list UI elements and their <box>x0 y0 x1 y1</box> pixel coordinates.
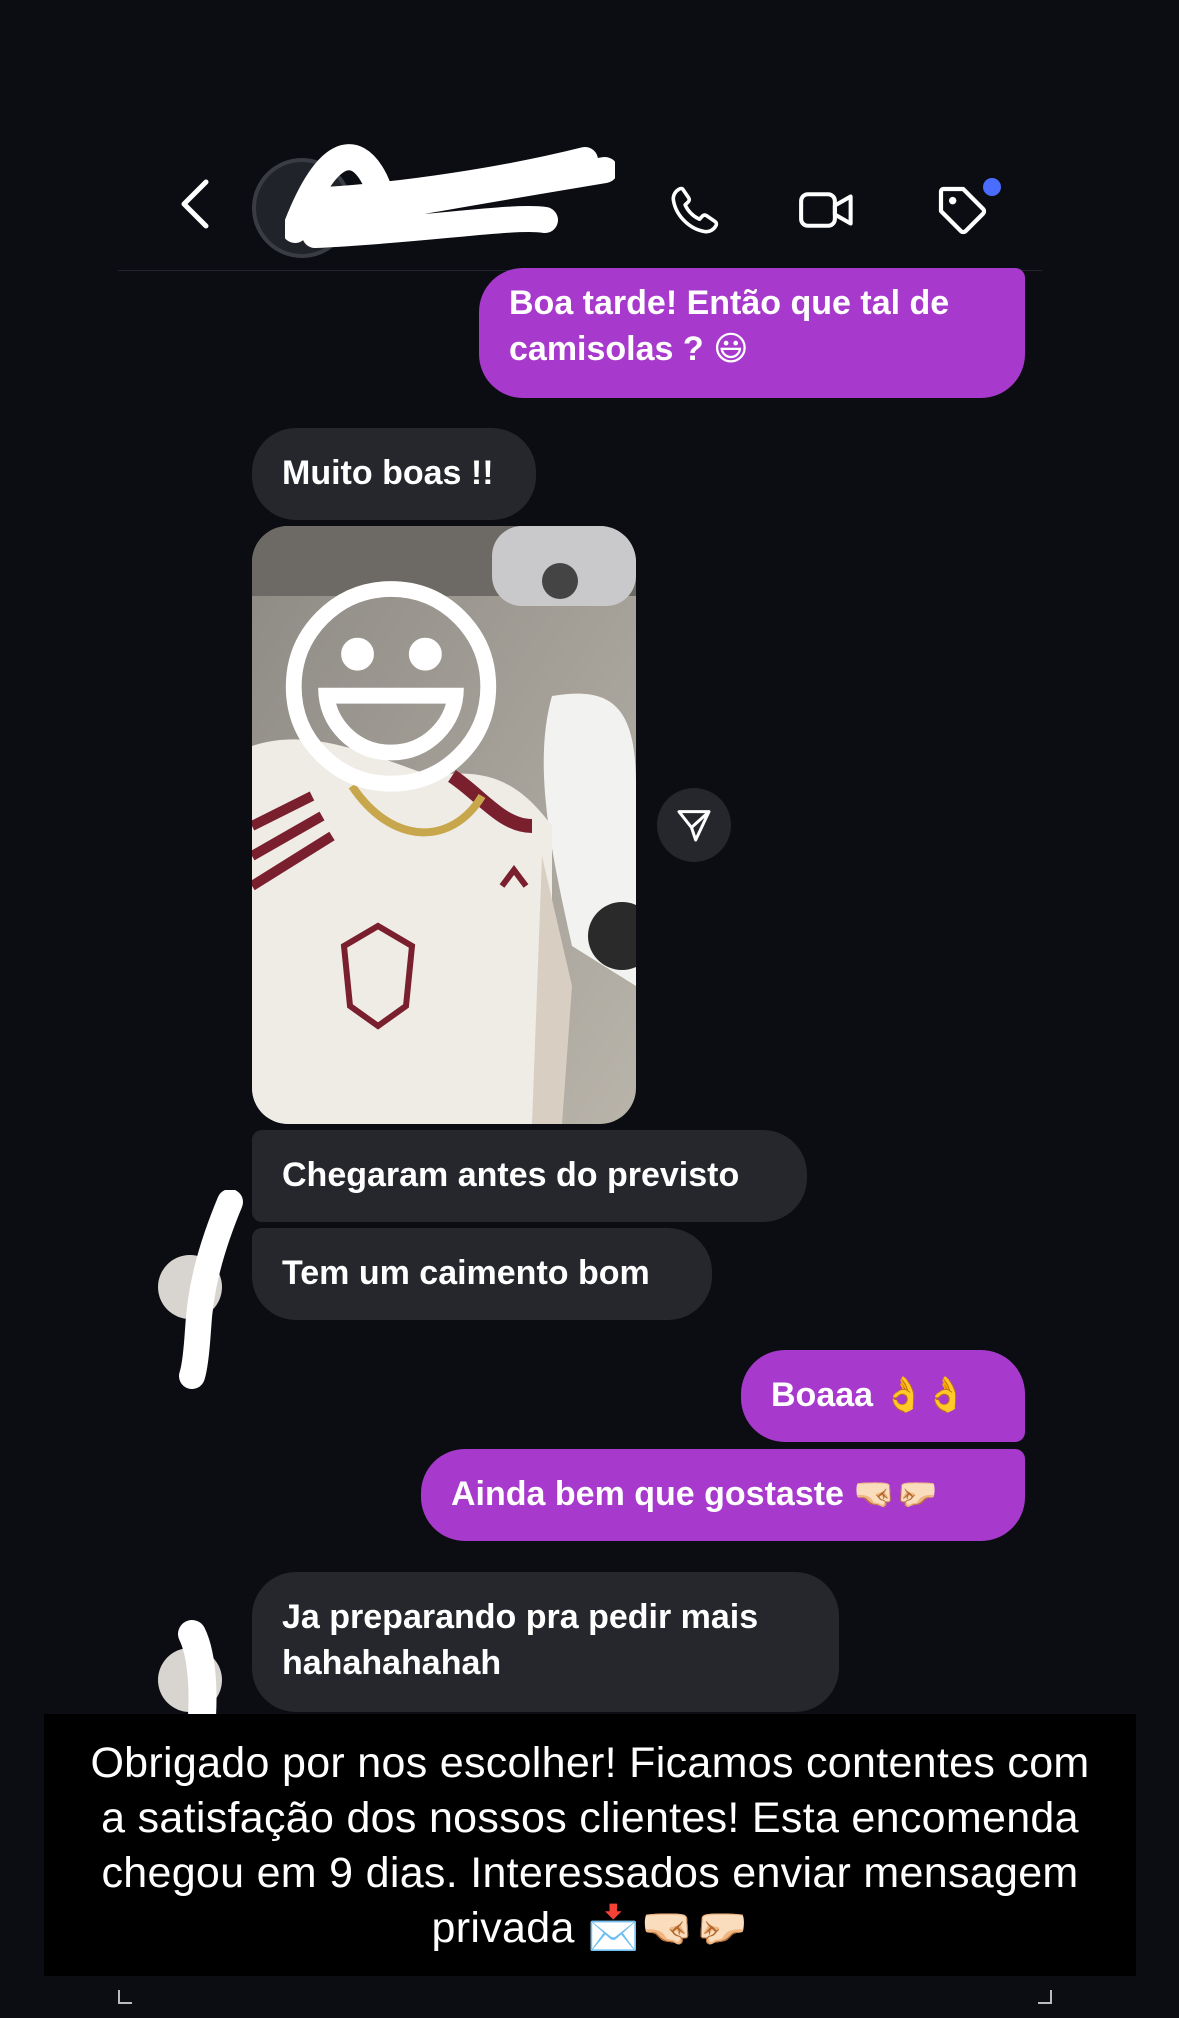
emoji-face-overlay: 😃 <box>265 557 517 825</box>
message-text: Muito boas !! <box>282 454 494 492</box>
redaction-scribble <box>285 144 615 248</box>
send-icon <box>677 810 711 842</box>
message-bubble-incoming[interactable]: Chegaram antes do previsto <box>252 1130 807 1222</box>
share-button[interactable] <box>657 788 731 862</box>
call-button[interactable] <box>665 180 725 240</box>
promo-caption: Obrigado por nos escolher! Ficamos conte… <box>44 1714 1136 1976</box>
message-text: Ja preparando pra pedir mais hahahahahah <box>282 1598 759 1682</box>
video-call-button[interactable] <box>797 180 857 240</box>
crop-corner-right <box>1038 1990 1052 2004</box>
message-text: Ainda bem que gostaste 🤜🏻🤛🏻 <box>451 1475 939 1513</box>
crop-corner-left <box>118 1990 132 2004</box>
message-bubble-incoming[interactable]: Muito boas !! <box>252 428 536 520</box>
message-bubble-outgoing[interactable]: Ainda bem que gostaste 🤜🏻🤛🏻 <box>421 1449 1025 1541</box>
message-bubble-incoming[interactable]: Ja preparando pra pedir mais hahahahahah <box>252 1572 839 1712</box>
redaction-scribble <box>178 1620 217 1720</box>
message-bubble-outgoing[interactable]: Boaaa 👌👌 <box>741 1350 1025 1442</box>
tag-icon <box>938 186 987 235</box>
message-text: Tem um caimento bom <box>282 1254 650 1292</box>
message-text: Boaaa 👌👌 <box>771 1376 968 1414</box>
message-bubble-outgoing[interactable]: Boa tarde! Então que tal de camisolas ? … <box>479 268 1025 398</box>
notification-dot <box>983 178 1001 196</box>
message-photo[interactable]: 😃 <box>252 526 636 1124</box>
message-bubble-incoming[interactable]: Tem um caimento bom <box>252 1228 712 1320</box>
promo-caption-text: Obrigado por nos escolher! Ficamos conte… <box>90 1739 1090 1952</box>
phone-icon <box>671 186 719 234</box>
message-text: Chegaram antes do previsto <box>282 1156 740 1194</box>
chevron-left-icon <box>181 179 209 229</box>
redaction-scribble <box>179 1190 243 1389</box>
back-button[interactable] <box>170 178 222 230</box>
message-text: Boa tarde! Então que tal de camisolas ? … <box>509 284 950 368</box>
video-camera-icon <box>799 192 853 228</box>
